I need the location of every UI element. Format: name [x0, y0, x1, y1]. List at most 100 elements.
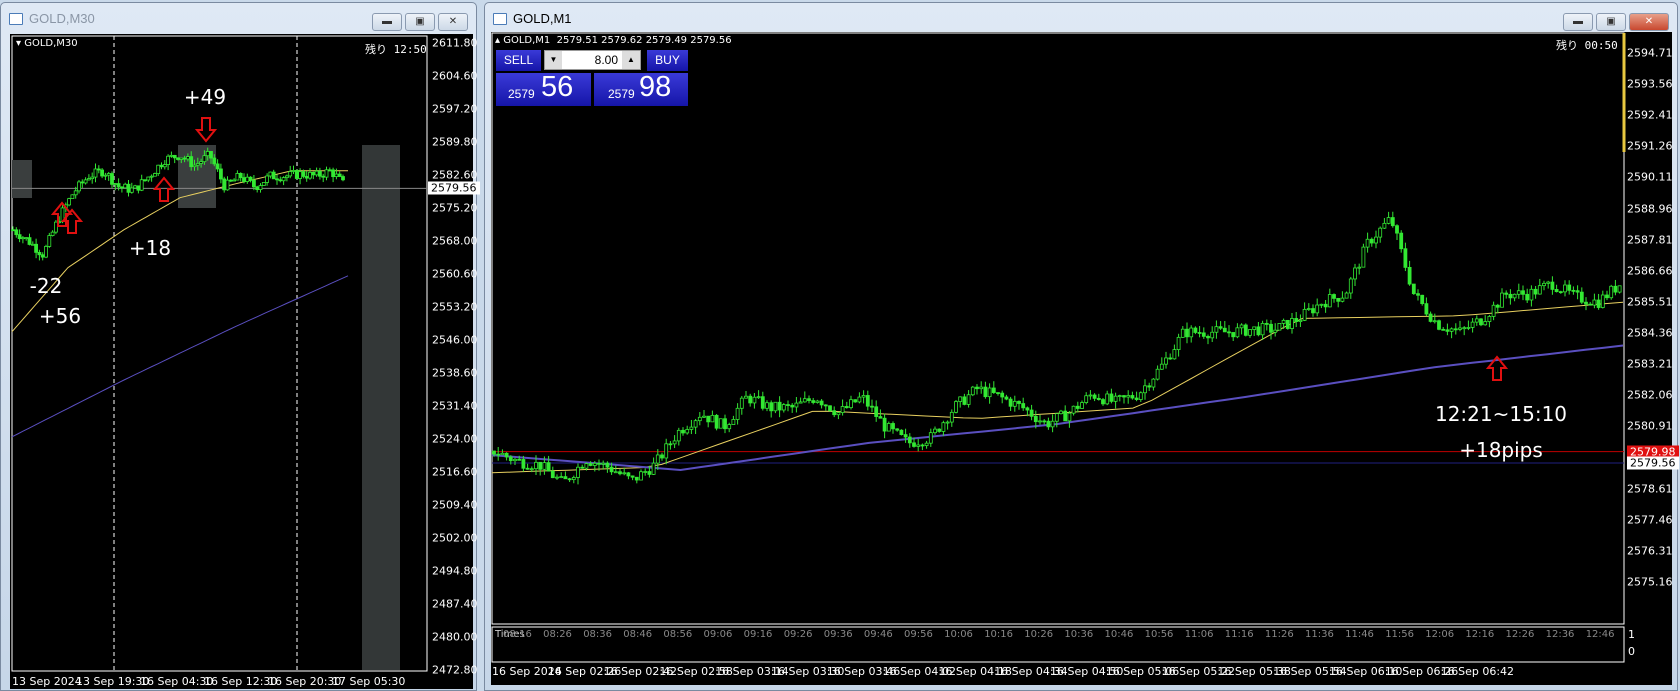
candle-body — [513, 458, 517, 462]
candle-body — [790, 404, 795, 408]
candle-body — [1348, 278, 1353, 294]
candle-body — [169, 154, 174, 157]
lot-size-input[interactable]: 8.00 — [595, 53, 618, 67]
buy-button[interactable]: BUY — [647, 50, 688, 71]
candle-body — [1537, 285, 1542, 295]
sell-price-button[interactable]: 2579 56 — [496, 71, 591, 106]
candle-body — [199, 161, 204, 164]
candle-body — [555, 476, 559, 479]
candle-body — [1407, 266, 1412, 285]
increase-lot-button[interactable]: ▲ — [622, 51, 640, 69]
price-tick: 2575.20 — [432, 201, 478, 215]
candle-body — [681, 429, 685, 434]
candle-body — [836, 412, 841, 416]
candle-body — [1550, 281, 1555, 290]
candle-body — [261, 182, 266, 186]
highlight-box — [12, 160, 32, 198]
price-tick: 2472.80 — [432, 663, 478, 677]
candle-body — [34, 243, 39, 253]
candle-body — [1302, 308, 1307, 321]
candle-body — [1248, 329, 1252, 336]
sell-button[interactable]: SELL — [496, 50, 541, 71]
price-tick: 2591.26 — [1627, 139, 1673, 153]
candle-body — [1151, 378, 1156, 388]
lot-size-stepper[interactable]: ▼ 8.00 ▲ — [544, 50, 641, 70]
candle-body — [106, 173, 111, 176]
candle-body — [1285, 319, 1290, 329]
minimize-button[interactable]: ▬ — [1563, 13, 1593, 31]
candle-body — [212, 157, 217, 165]
candle-body — [517, 458, 522, 461]
moving-average-fast — [491, 301, 1624, 474]
candle-body — [1361, 246, 1366, 268]
price-tick: 2604.60 — [432, 69, 478, 83]
candle-body — [500, 452, 505, 456]
candle-body — [744, 395, 748, 399]
candle-body — [723, 418, 727, 430]
candle-body — [567, 478, 572, 481]
maximize-button[interactable]: ▣ — [1596, 13, 1626, 31]
candle-body — [920, 444, 925, 447]
close-button[interactable]: ✕ — [438, 13, 468, 31]
candle-body — [1130, 395, 1135, 399]
candle-body — [14, 229, 19, 236]
buy-price-button[interactable]: 2579 98 — [594, 71, 688, 106]
candle-body — [794, 402, 799, 408]
left-price-chart[interactable]: ▾ GOLD,M30 残り 12:50 2611.80 2604.60 2597.2… — [10, 34, 480, 689]
sell-arrow-icon — [194, 117, 218, 143]
close-button[interactable]: ✕ — [1629, 13, 1669, 31]
time-tick: 13 Sep 19:30 — [76, 675, 150, 688]
time-tick: 16 Sep 20:30 — [268, 675, 342, 688]
candle-body — [271, 171, 276, 180]
candle-body — [1432, 320, 1437, 323]
candle-body — [874, 406, 879, 417]
candle-body — [1563, 284, 1567, 293]
candle-body — [100, 169, 104, 177]
price-tick: 2582.60 — [432, 168, 478, 182]
candle-body — [70, 194, 75, 200]
candle-body — [1038, 420, 1042, 423]
candle-body — [626, 472, 631, 477]
candle-body — [235, 173, 240, 181]
price-tick: 2560.60 — [432, 267, 478, 281]
candle-body — [529, 468, 534, 471]
price-tick: 2575.16 — [1627, 575, 1673, 589]
candle-body — [538, 461, 543, 470]
candle-body — [760, 396, 765, 409]
candle-body — [1008, 398, 1013, 407]
candle-body — [970, 386, 975, 396]
candle-body — [773, 401, 778, 412]
candle-body — [1336, 297, 1341, 302]
candle-body — [937, 428, 942, 432]
candle-body — [1256, 326, 1261, 336]
candle-body — [44, 246, 48, 258]
candle-body — [828, 405, 832, 412]
candle-body — [618, 471, 622, 475]
candle-body — [149, 175, 154, 178]
decrease-lot-button[interactable]: ▼ — [545, 51, 562, 69]
candle-body — [20, 237, 25, 240]
candle-body — [67, 198, 71, 206]
annotation-profit: +18 — [128, 236, 172, 260]
candle-body — [11, 229, 15, 232]
candle-body — [597, 462, 601, 465]
price-tick: 2553.20 — [432, 300, 478, 314]
times-label: 09:56 — [904, 629, 933, 640]
candle-body — [588, 463, 593, 466]
candle-body — [337, 173, 342, 177]
candle-body — [24, 237, 29, 240]
candle-body — [123, 183, 128, 189]
times-label: 10:26 — [1024, 629, 1054, 640]
candle-body — [215, 163, 220, 170]
maximize-button[interactable]: ▣ — [405, 13, 435, 31]
candle-body — [136, 185, 141, 191]
right-price-chart[interactable]: ▴ GOLD,M1 2579.51 2579.62 2579.49 2579.5… — [491, 32, 1679, 685]
candle-body — [714, 414, 719, 429]
minimize-button[interactable]: ▬ — [372, 13, 402, 31]
candle-body — [1453, 328, 1458, 331]
candle-body — [769, 402, 774, 412]
candle-body — [1298, 319, 1303, 322]
candle-body — [1428, 313, 1433, 322]
candle-body — [676, 429, 681, 442]
time-tick: 17 Sep 05:30 — [332, 675, 406, 688]
